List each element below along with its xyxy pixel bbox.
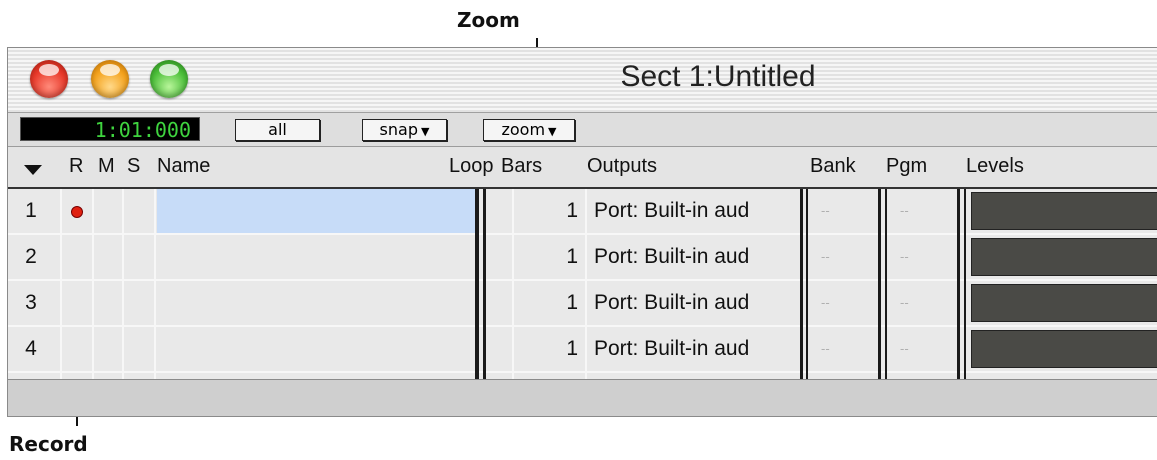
zoom-label: zoom bbox=[501, 120, 546, 139]
column-divider bbox=[92, 189, 94, 379]
track-bars[interactable]: 1 bbox=[528, 327, 578, 371]
col-bank[interactable]: Bank bbox=[810, 155, 856, 178]
column-divider bbox=[585, 189, 587, 379]
track-bank[interactable]: -- bbox=[815, 189, 877, 233]
col-levels[interactable]: Levels bbox=[966, 155, 1024, 178]
toolbar: 1:01:000 all snap ▼ zoom ▼ bbox=[8, 113, 1157, 147]
status-bar bbox=[8, 379, 1157, 416]
track-pgm[interactable]: -- bbox=[894, 189, 956, 233]
pane-divider[interactable] bbox=[475, 189, 479, 379]
column-header: R M S Name Loop Bars Outputs Bank Pgm Le… bbox=[8, 147, 1157, 189]
column-divider bbox=[512, 189, 514, 379]
level-meter bbox=[971, 284, 1157, 322]
track-name-field[interactable] bbox=[157, 281, 475, 325]
track-number: 2 bbox=[25, 245, 37, 268]
track-list: 1 1 Port: Built-in aud -- -- 2 1 Port: B… bbox=[8, 189, 1157, 379]
track-bank[interactable]: -- bbox=[815, 281, 877, 325]
track-number: 1 bbox=[25, 199, 37, 222]
snap-label: snap bbox=[379, 120, 418, 139]
pane-divider bbox=[800, 189, 803, 379]
track-row[interactable]: 3 1 Port: Built-in aud -- -- bbox=[8, 281, 1157, 327]
record-callout-label: Record bbox=[9, 432, 88, 456]
zoom-callout-label: Zoom bbox=[457, 8, 520, 32]
pane-divider bbox=[957, 189, 960, 379]
snap-dropdown[interactable]: snap ▼ bbox=[362, 119, 447, 141]
track-bank[interactable]: -- bbox=[815, 235, 877, 279]
pane-divider bbox=[964, 189, 966, 379]
track-output[interactable]: Port: Built-in aud bbox=[592, 327, 802, 371]
col-pgm[interactable]: Pgm bbox=[886, 155, 927, 178]
track-row[interactable]: 4 1 Port: Built-in aud -- -- bbox=[8, 327, 1157, 373]
disclosure-triangle-icon[interactable] bbox=[24, 165, 42, 175]
track-pgm[interactable]: -- bbox=[894, 235, 956, 279]
track-bank[interactable]: -- bbox=[815, 327, 877, 371]
track-name-field[interactable] bbox=[157, 189, 475, 233]
track-output[interactable]: Port: Built-in aud bbox=[592, 281, 802, 325]
window-title: Sect 1:Untitled bbox=[620, 60, 816, 93]
track-bars[interactable]: 1 bbox=[528, 189, 578, 233]
title-bar[interactable]: Sect 1:Untitled bbox=[8, 48, 1157, 113]
col-loop[interactable]: Loop bbox=[449, 155, 494, 178]
column-divider bbox=[60, 189, 62, 379]
level-meter bbox=[971, 330, 1157, 368]
track-output[interactable]: Port: Built-in aud bbox=[592, 189, 802, 233]
track-output[interactable]: Port: Built-in aud bbox=[592, 235, 802, 279]
chevron-down-icon: ▼ bbox=[420, 125, 430, 138]
track-name-field[interactable] bbox=[157, 235, 475, 279]
all-button-label: all bbox=[268, 120, 287, 139]
col-outputs[interactable]: Outputs bbox=[587, 155, 657, 178]
level-meter bbox=[971, 192, 1157, 230]
track-number: 4 bbox=[25, 337, 37, 360]
col-record[interactable]: R bbox=[69, 155, 83, 178]
col-solo[interactable]: S bbox=[127, 155, 140, 178]
col-name[interactable]: Name bbox=[157, 155, 210, 178]
track-row[interactable]: 1 1 Port: Built-in aud -- -- bbox=[8, 189, 1157, 235]
tracks-window: Sect 1:Untitled 1:01:000 all snap ▼ zoom ▼… bbox=[7, 47, 1157, 417]
column-divider bbox=[154, 189, 156, 379]
pane-divider bbox=[483, 189, 486, 379]
pane-divider bbox=[806, 189, 808, 379]
track-pgm[interactable]: -- bbox=[894, 281, 956, 325]
track-bars[interactable]: 1 bbox=[528, 281, 578, 325]
track-name-field[interactable] bbox=[157, 327, 475, 371]
position-counter: 1:01:000 bbox=[20, 117, 200, 142]
level-meter bbox=[971, 238, 1157, 276]
chevron-down-icon: ▼ bbox=[548, 125, 557, 138]
all-button[interactable]: all bbox=[235, 119, 320, 141]
track-number: 3 bbox=[25, 291, 37, 314]
col-bars[interactable]: Bars bbox=[501, 155, 542, 178]
pane-divider bbox=[885, 189, 887, 379]
zoom-dropdown[interactable]: zoom ▼ bbox=[483, 119, 575, 141]
record-enabled-icon[interactable] bbox=[71, 206, 83, 218]
track-row[interactable]: 2 1 Port: Built-in aud -- -- bbox=[8, 235, 1157, 281]
track-pgm[interactable]: -- bbox=[894, 327, 956, 371]
column-divider bbox=[122, 189, 124, 379]
col-mute[interactable]: M bbox=[98, 155, 115, 178]
track-bars[interactable]: 1 bbox=[528, 235, 578, 279]
pane-divider bbox=[878, 189, 881, 379]
